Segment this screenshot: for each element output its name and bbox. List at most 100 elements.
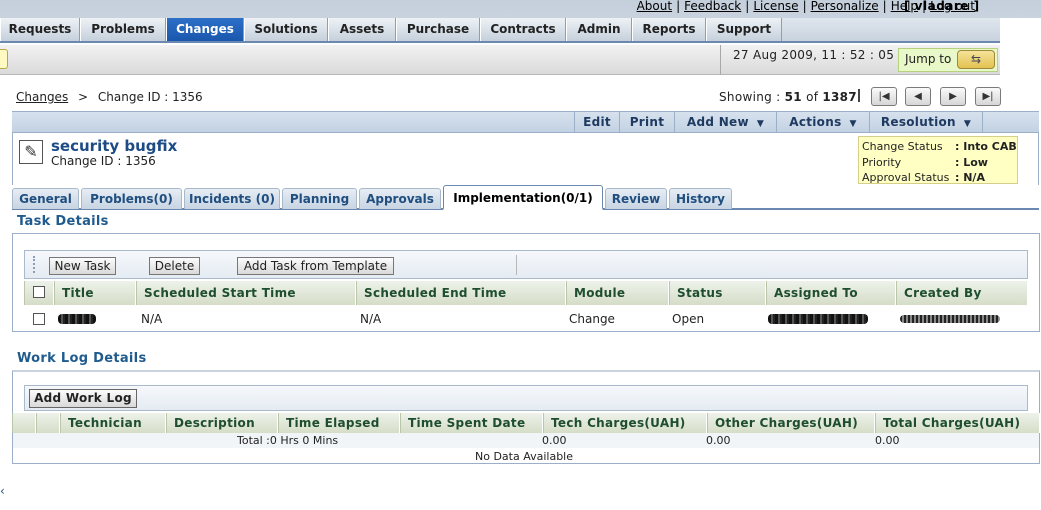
tab-changes[interactable]: Changes [166,18,244,41]
work-log-total-row: Total :0 Hrs 0 Mins 0.00 0.00 0.00 [13,433,1039,448]
task-start: N/A [141,312,163,326]
record-position: Showing : 51 of 1387 [719,90,857,104]
tab-problems-sub[interactable]: Problems(0) [81,188,182,209]
delete-task-button[interactable]: Delete [149,257,200,275]
total-tech-charges: 0.00 [542,434,567,447]
chevron-down-icon: ▼ [849,119,857,129]
col-tech-charges[interactable]: Tech Charges(UAH) [543,413,707,433]
col-title[interactable]: Title [54,281,136,305]
jump-to-box[interactable]: Jump to ⇆ [898,48,998,72]
col-description[interactable]: Description [166,413,278,433]
feedback-link[interactable]: Feedback [684,0,741,13]
breadcrumb-changes-link[interactable]: Changes [16,90,68,104]
personalize-link[interactable]: Personalize [811,0,879,13]
breadcrumb: Changes > Change ID : 1356 [16,90,203,104]
toolbar-separator [516,255,517,275]
tab-planning[interactable]: Planning [282,188,357,209]
tab-purchase[interactable]: Purchase [396,18,480,41]
tab-implementation[interactable]: Implementation(0/1) [443,185,603,210]
print-button[interactable]: Print [619,112,674,132]
col-scheduled-start[interactable]: Scheduled Start Time [136,281,356,305]
edit-button[interactable]: Edit [574,112,619,132]
row-checkbox[interactable] [33,313,45,325]
select-all-checkbox[interactable] [33,286,45,298]
status-panel: Change Status: Into CAB Priority: Low Ap… [858,136,1018,184]
col-scheduled-end[interactable]: Scheduled End Time [356,281,566,305]
tab-general[interactable]: General [12,188,79,209]
total-time: Total :0 Hrs 0 Mins [237,434,339,447]
tab-history[interactable]: History [669,188,732,209]
search-box[interactable] [0,49,8,69]
tab-assets[interactable]: Assets [328,18,396,41]
approval-status-label: Approval Status [862,171,950,184]
last-record-icon[interactable]: ▶| [975,87,1001,106]
tab-problems[interactable]: Problems [80,18,166,41]
actions-label: Actions [789,115,842,129]
col-other-charges[interactable]: Other Charges(UAH) [707,413,875,433]
priority-value: : Low [955,155,988,169]
detail-tabs: General Problems(0) Incidents (0) Planni… [12,185,1039,210]
top-links-bar: About | Feedback | License | Personalize | Help |… [0,0,1041,18]
col-created-by[interactable]: Created By [896,281,1028,305]
work-log-details-title: Work Log Details [17,351,147,366]
work-log-toolbar [24,385,1028,411]
grip-icon [33,256,37,273]
col-blank-2 [36,413,60,433]
col-module[interactable]: Module [566,281,669,305]
main-nav-tabs: Requests Problems Changes Solutions Asse… [0,18,1000,43]
task-module: Change [569,312,615,326]
task-title-redacted[interactable] [58,314,96,324]
date-row: 27 Aug 2009, 11 : 52 : 05 Jump to ⇆ [0,45,1000,75]
add-new-menu[interactable]: Add New ▼ [674,112,776,132]
jump-to-label: Jump to [905,52,952,66]
col-blank-1 [12,413,36,433]
task-toolbar: New Task Delete Add Task from Template [24,250,1028,279]
showing-of: of [806,90,819,104]
tab-admin[interactable]: Admin [566,18,632,41]
resolution-label: Resolution [880,115,956,129]
task-created-redacted [900,315,1000,323]
col-assigned-to[interactable]: Assigned To [766,281,896,305]
tab-support[interactable]: Support [706,18,782,41]
chevron-down-icon: ▼ [756,119,765,129]
breadcrumb-current: Change ID : 1356 [97,90,203,104]
resolution-menu[interactable]: Resolution ▼ [869,112,983,132]
jump-arrows-icon[interactable]: ⇆ [957,50,995,69]
previous-record-icon[interactable]: ◀ [905,87,931,106]
chevron-left-icon[interactable]: ‹ [0,484,5,498]
tab-approvals[interactable]: Approvals [359,188,441,209]
page: About | Feedback | License | Personalize | Help |… [0,0,1041,510]
edit-note-icon: ✎ [19,140,43,164]
total-other-charges: 0.00 [706,434,731,447]
first-record-icon[interactable]: |◀ [871,87,897,106]
total-charges: 0.00 [875,434,900,447]
col-status[interactable]: Status [669,281,766,305]
about-link[interactable]: About [637,0,672,13]
no-data-message: No Data Available [475,450,574,463]
add-task-from-template-button[interactable]: Add Task from Template [237,257,394,275]
add-work-log-button[interactable]: Add Work Log [29,389,137,408]
select-all-header [24,281,54,305]
tab-requests[interactable]: Requests [0,18,80,41]
change-header: ✎ security bugfix Change ID : 1356 Chang… [12,133,1039,185]
task-details-title: Task Details [17,214,109,229]
next-record-icon[interactable]: ▶ [940,87,966,106]
showing-current: 51 [784,90,802,104]
tab-contracts[interactable]: Contracts [480,18,566,41]
change-id: Change ID : 1356 [51,154,156,168]
col-time-elapsed[interactable]: Time Elapsed [278,413,400,433]
col-time-spent-date[interactable]: Time Spent Date [400,413,543,433]
tab-incidents[interactable]: Incidents (0) [184,188,280,209]
user-name: [ vladare ] [904,0,980,13]
col-technician[interactable]: Technician [60,413,166,433]
task-table-header: Title Scheduled Start Time Scheduled End… [24,281,1028,305]
tab-reports[interactable]: Reports [632,18,706,41]
priority-label: Priority [862,155,902,169]
tab-solutions[interactable]: Solutions [244,18,328,41]
col-total-charges[interactable]: Total Charges(UAH) [875,413,1040,433]
tab-review[interactable]: Review [605,188,667,209]
license-link[interactable]: License [753,0,798,13]
new-task-button[interactable]: New Task [49,257,116,275]
action-bar: Edit Print Add New ▼ Actions ▼ Resolution ▼ [12,111,1039,133]
actions-menu[interactable]: Actions ▼ [776,112,869,132]
